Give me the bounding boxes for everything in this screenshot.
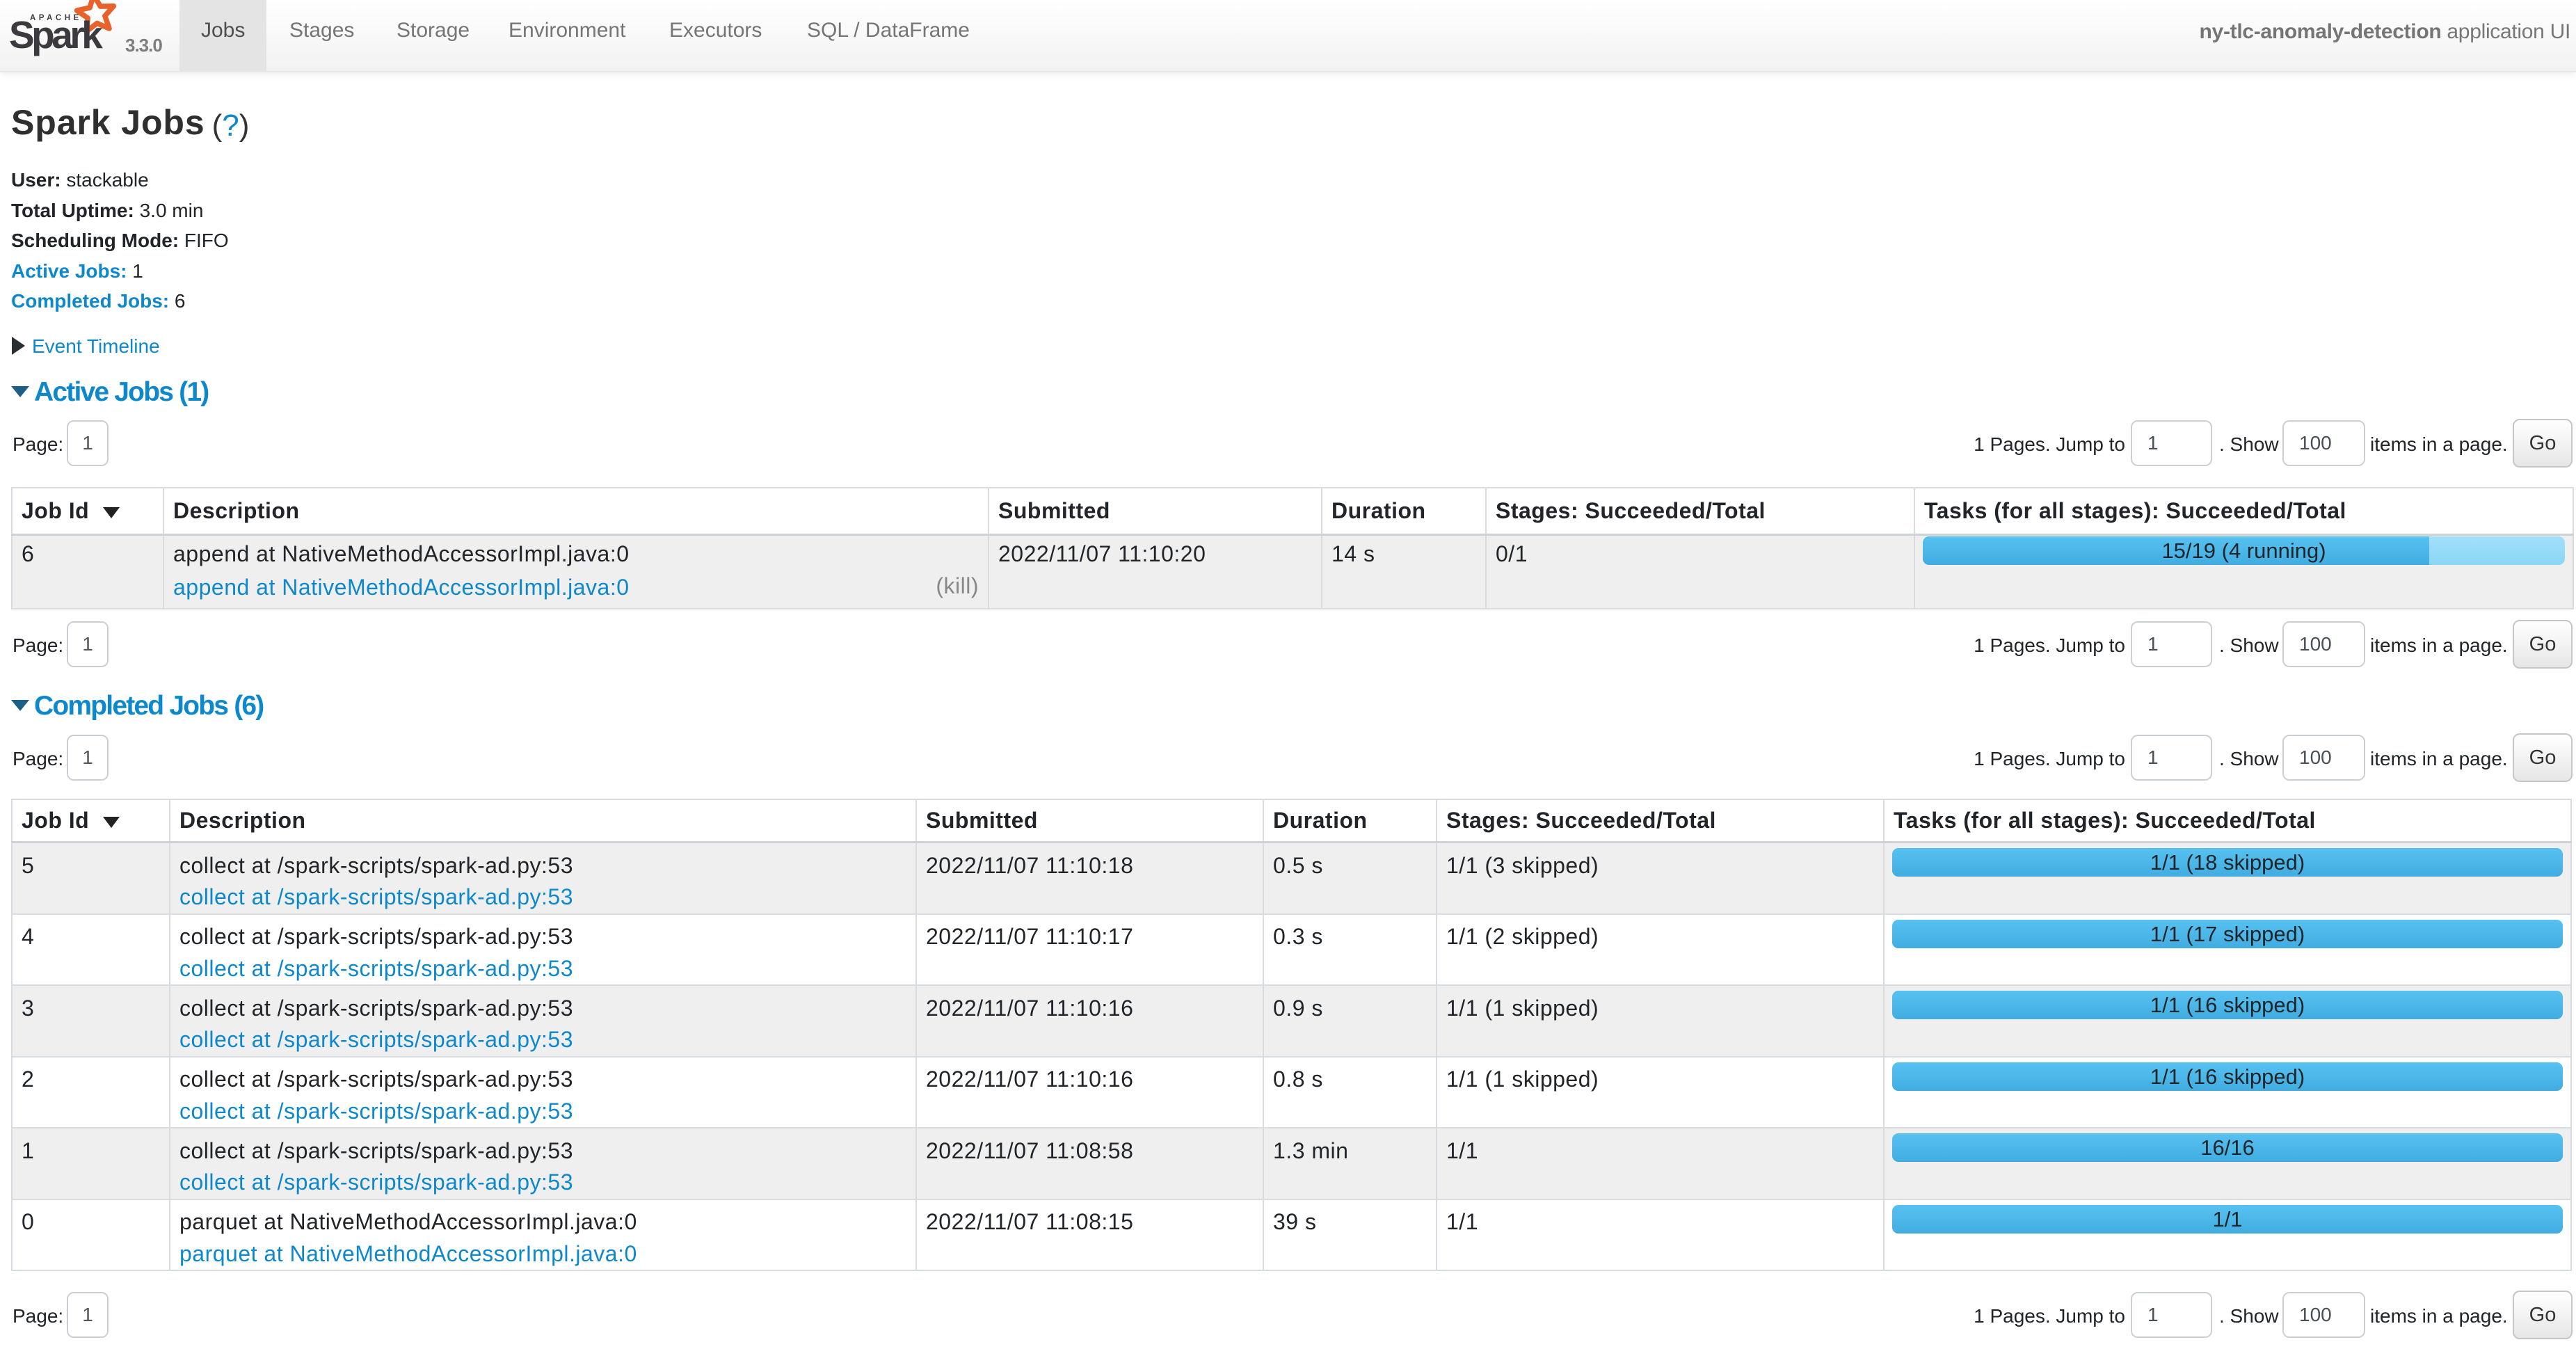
- svg-text:Spark: Spark: [9, 13, 103, 56]
